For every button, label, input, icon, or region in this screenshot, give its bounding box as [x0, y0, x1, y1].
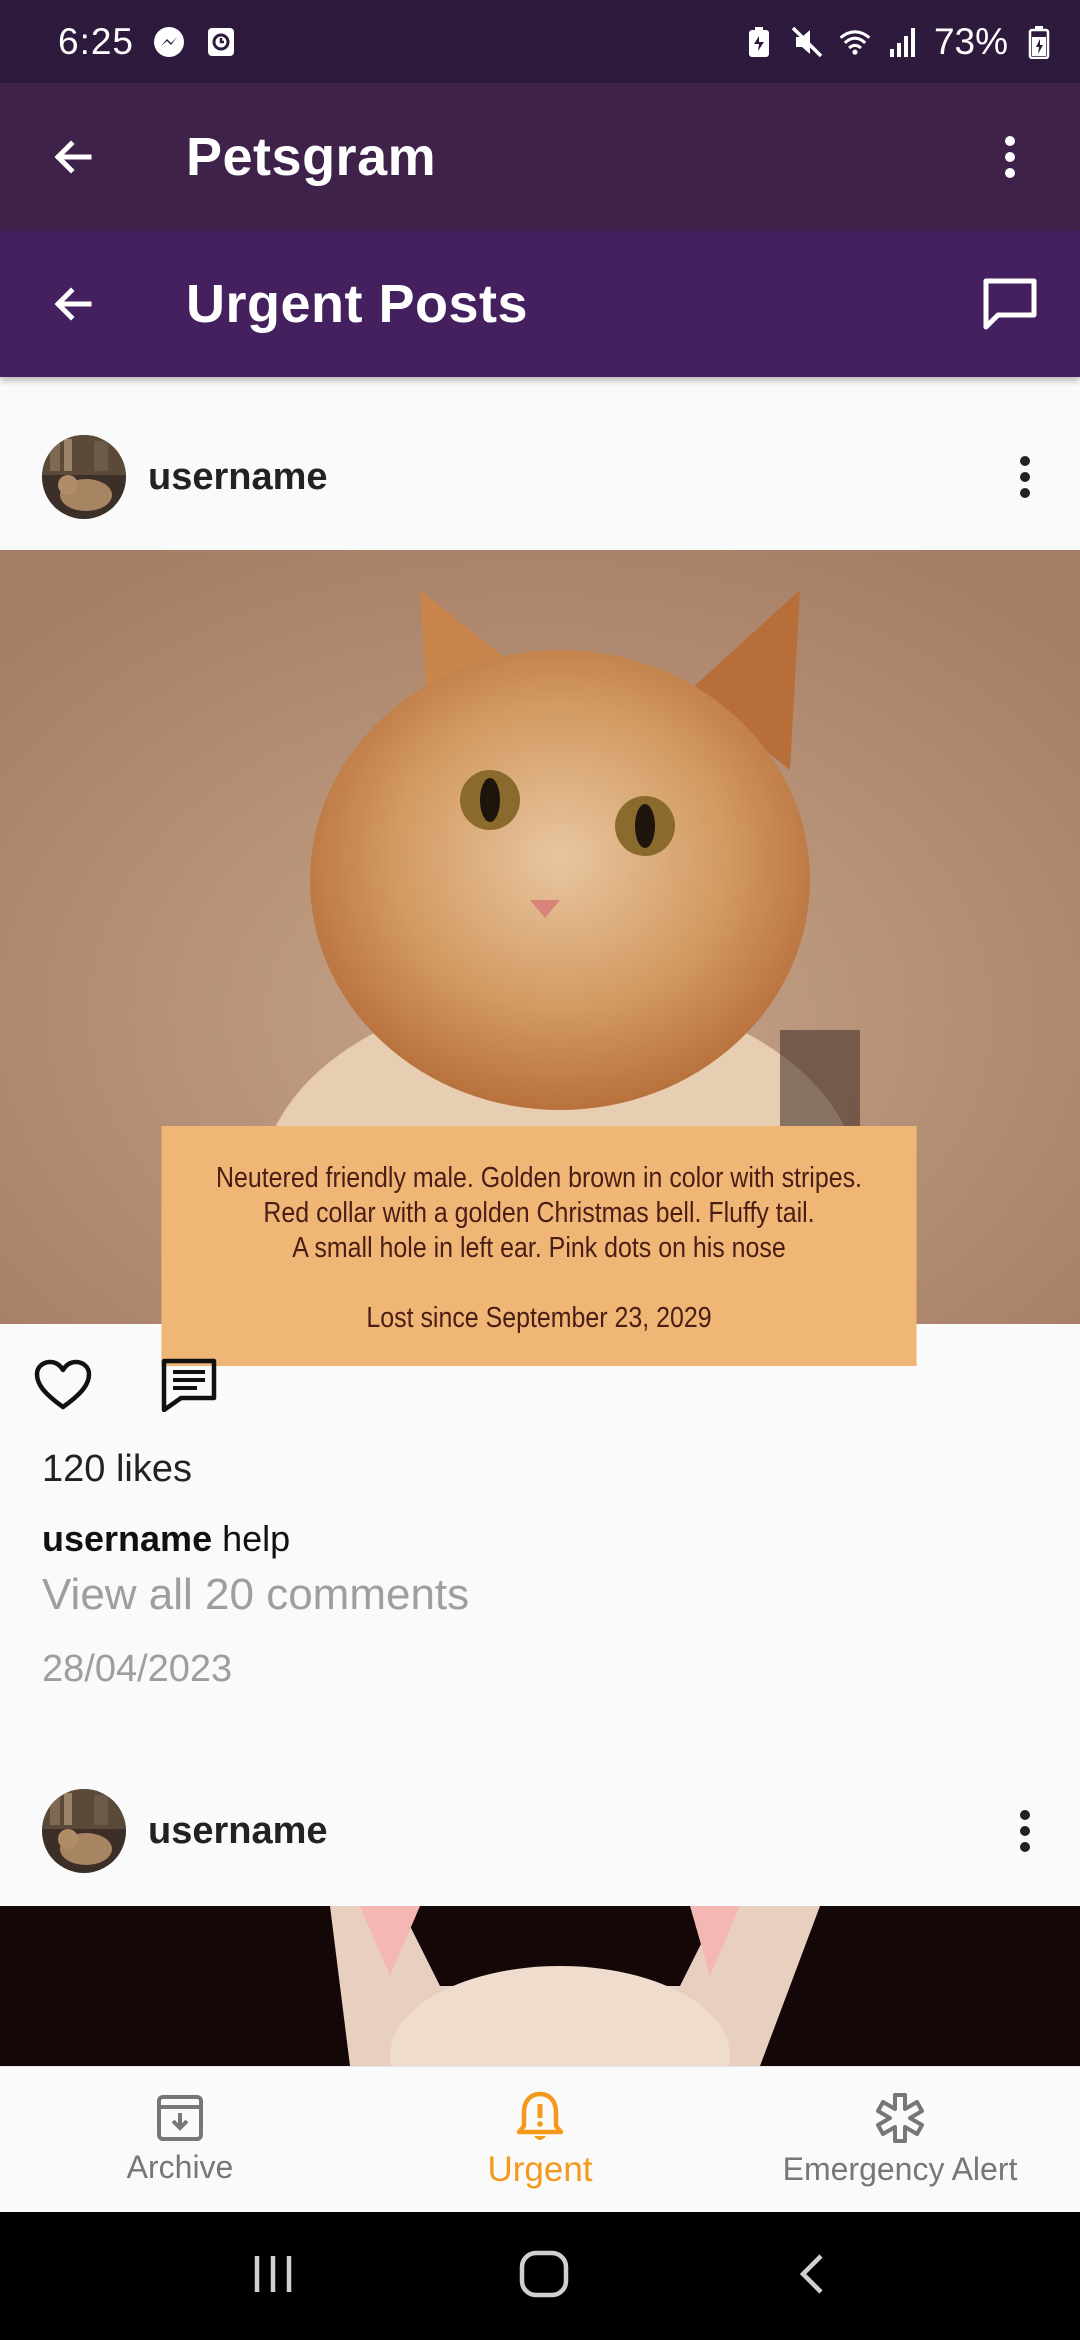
image-caption-line: Lost since September 23, 2029: [366, 1302, 712, 1334]
archive-icon: [157, 2095, 203, 2141]
post-image[interactable]: [0, 1906, 1080, 2066]
post-menu-button[interactable]: [970, 412, 1080, 542]
battery-icon: [1022, 25, 1056, 59]
heart-outline-icon: [34, 1359, 92, 1410]
nav-urgent[interactable]: Urgent: [360, 2067, 720, 2212]
status-bar: 6:25 73%: [0, 0, 1080, 83]
alert-bell-icon: [516, 2091, 564, 2140]
avatar[interactable]: [42, 435, 126, 519]
screen: 6:25 73% Petsgram Urgent Posts username …: [0, 0, 1080, 2340]
chevron-left-icon: [799, 2253, 823, 2294]
post-caption: username help: [42, 1518, 290, 1560]
sub-app-bar: Urgent Posts: [0, 231, 1080, 377]
caption-text: help: [212, 1518, 291, 1559]
status-time: 6:25: [58, 20, 135, 62]
post-actions: [30, 1352, 222, 1418]
wifi-icon: [838, 25, 872, 59]
messages-button[interactable]: [940, 231, 1080, 377]
system-back-button[interactable]: [773, 2230, 849, 2323]
post-username[interactable]: username: [148, 456, 328, 499]
recents-icon: [255, 2255, 292, 2292]
nav-archive[interactable]: Archive: [0, 2067, 360, 2212]
home-icon: [519, 2250, 569, 2297]
post-menu-button[interactable]: [970, 1766, 1080, 1896]
page-title: Urgent Posts: [186, 274, 529, 334]
comment-icon: [161, 1358, 217, 1412]
image-caption-card: Neutered friendly male. Golden brown in …: [161, 1126, 917, 1366]
overflow-menu-button[interactable]: [940, 83, 1080, 231]
avatar[interactable]: [42, 1789, 126, 1873]
app-bar: Petsgram: [0, 83, 1080, 231]
nav-label: Emergency Alert: [782, 2151, 1018, 2187]
nav-label: Archive: [126, 2149, 234, 2185]
messenger-icon: [152, 25, 186, 59]
more-vert-icon: [1020, 1810, 1030, 1852]
clock-app-icon: [204, 25, 238, 59]
image-caption-line: Neutered friendly male. Golden brown in …: [216, 1162, 862, 1194]
back-button[interactable]: [0, 83, 148, 231]
like-button[interactable]: [30, 1352, 96, 1418]
arrow-back-icon: [54, 140, 92, 174]
likes-count: 120 likes: [42, 1448, 192, 1490]
bottom-navigation: Archive Urgent Emergency Alert: [0, 2066, 1080, 2212]
signal-icon: [886, 25, 920, 59]
nav-label: Urgent: [487, 2149, 593, 2189]
recent-apps-button[interactable]: [231, 2232, 315, 2321]
sub-back-button[interactable]: [0, 231, 148, 377]
battery-saver-icon: [742, 25, 776, 59]
view-comments-link[interactable]: View all 20 comments: [42, 1570, 469, 1620]
image-caption-line: A small hole in left ear. Pink dots on h…: [292, 1232, 786, 1264]
post-header: username: [0, 1766, 1080, 1896]
arrow-back-icon: [54, 287, 92, 321]
chat-bubble-icon: [983, 278, 1037, 330]
mute-icon: [790, 25, 824, 59]
post-date: 28/04/2023: [42, 1648, 233, 1690]
nav-emergency-alert[interactable]: Emergency Alert: [720, 2067, 1080, 2212]
home-button[interactable]: [498, 2229, 590, 2324]
more-vert-icon: [1020, 456, 1030, 498]
image-caption-line: Red collar with a golden Christmas bell.…: [263, 1197, 815, 1229]
app-title: Petsgram: [186, 127, 437, 187]
battery-percent: 73%: [933, 20, 1008, 62]
post-username[interactable]: username: [148, 1810, 328, 1853]
more-vert-icon: [1005, 136, 1015, 178]
comment-button[interactable]: [156, 1352, 222, 1418]
system-navigation-bar: [0, 2212, 1080, 2340]
asterisk-icon: [876, 2093, 924, 2143]
caption-username[interactable]: username: [42, 1518, 212, 1559]
post-header: username: [0, 412, 1080, 542]
